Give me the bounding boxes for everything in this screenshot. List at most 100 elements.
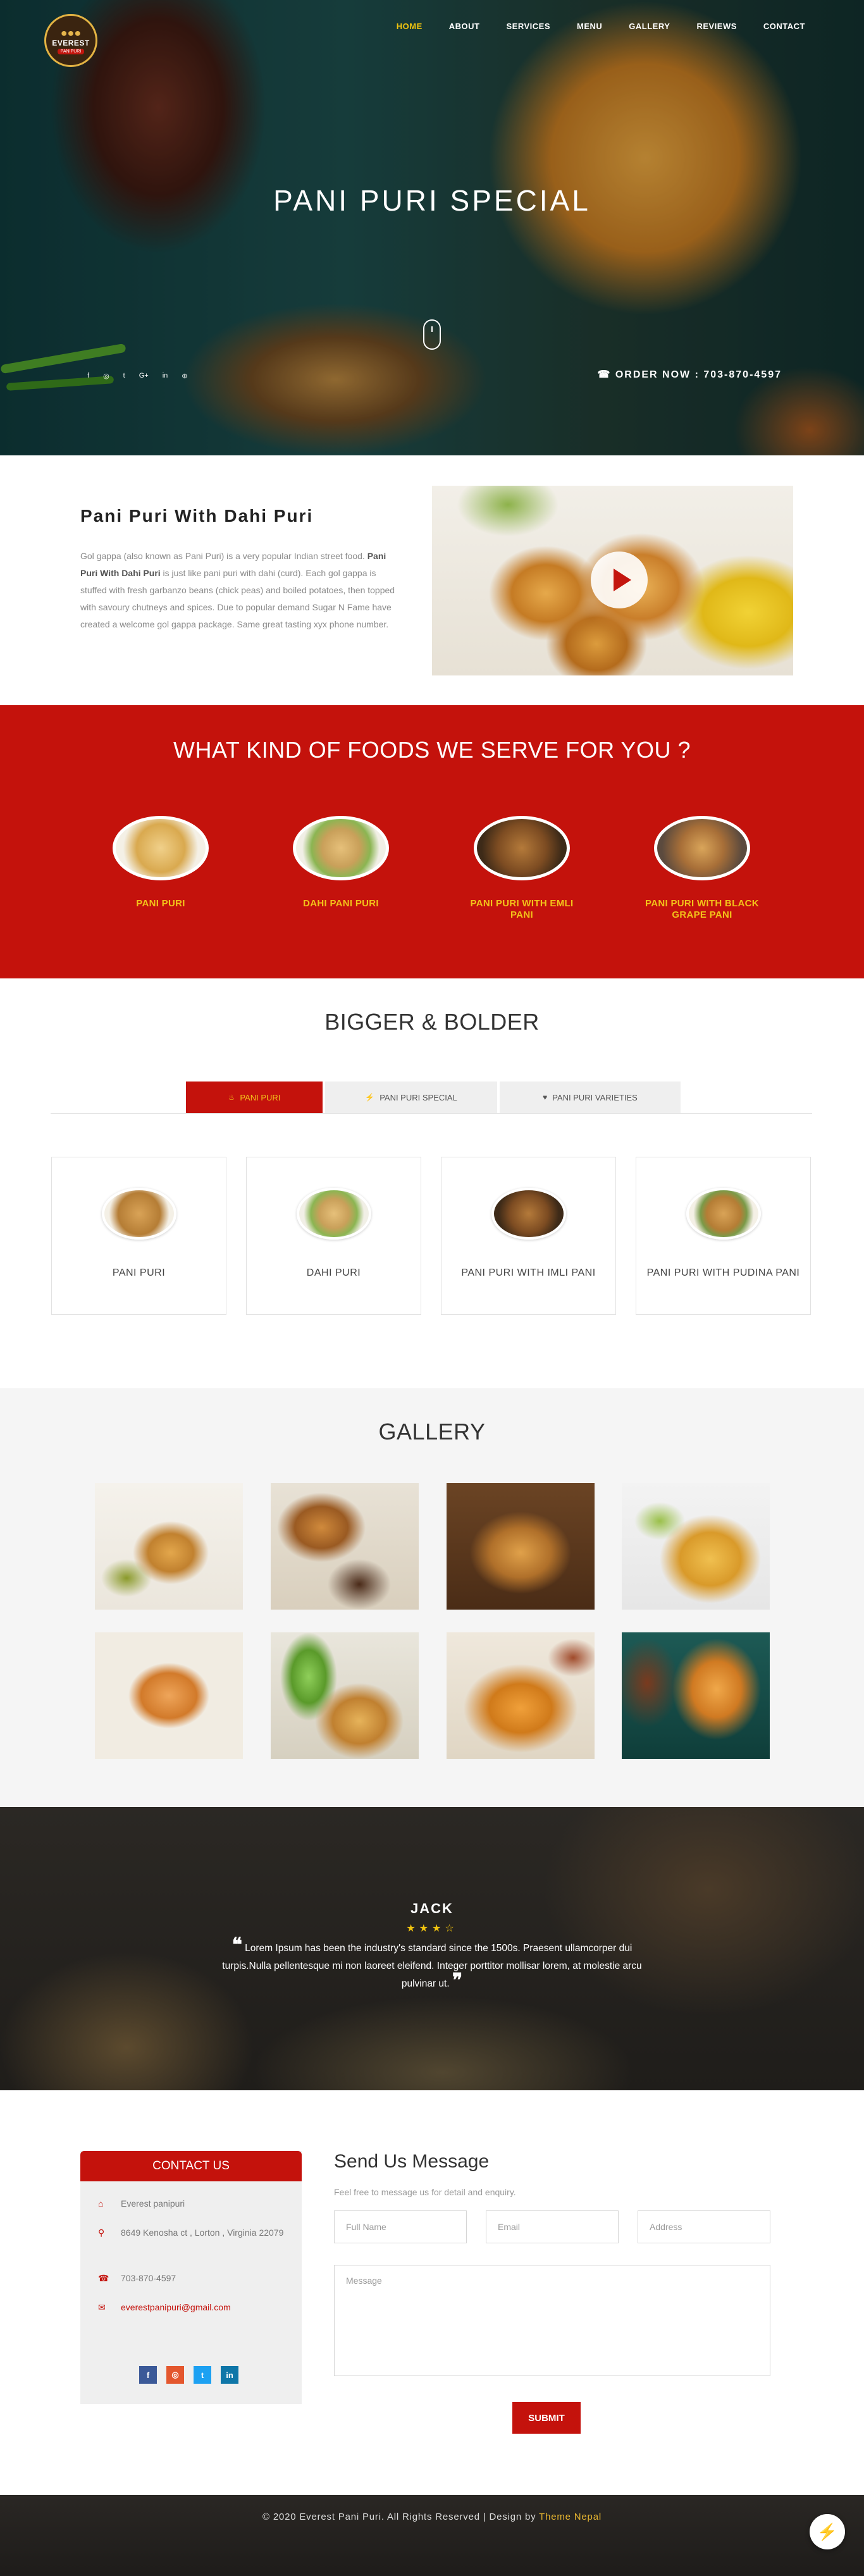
gallery-image[interactable] — [271, 1632, 419, 1759]
hero-social-links: f ◎ t G+ in ⊕ — [87, 372, 188, 380]
full-name-input[interactable]: Full Name — [334, 2210, 467, 2243]
instagram-icon[interactable]: ◎ — [166, 2366, 184, 2384]
main-nav: HOME ABOUT SERVICES MENU GALLERY REVIEWS… — [383, 22, 818, 31]
logo[interactable]: ●●● EVEREST PANIPURI — [44, 14, 97, 67]
instagram-icon[interactable]: ◎ — [103, 372, 109, 380]
about-section: Pani Puri With Dahi Puri Gol gappa (also… — [0, 455, 864, 705]
nav-contact[interactable]: CONTACT — [750, 22, 818, 31]
menu-section: BIGGER & BOLDER ♨ PANI PURI ⚡ PANI PURI … — [0, 978, 864, 1388]
menu-card[interactable]: DAHI PURI — [246, 1157, 421, 1315]
food-image — [101, 1188, 176, 1240]
play-icon[interactable] — [591, 552, 648, 608]
copyright: © 2020 Everest Pani Puri. All Rights Res… — [262, 2511, 602, 2522]
menu-card-label: PANI PURI WITH PUDINA PANI — [646, 1267, 800, 1278]
food-image — [491, 1188, 566, 1240]
menu-card-label: PANI PURI WITH IMLI PANI — [461, 1267, 596, 1278]
gallery-title: GALLERY — [378, 1419, 486, 1445]
serve-section: WHAT KIND OF FOODS WE SERVE FOR YOU ? PA… — [0, 705, 864, 978]
linkedin-icon[interactable]: in — [163, 372, 168, 380]
rating-stars-icon: ★★★☆ — [406, 1923, 458, 1934]
scroll-down-icon[interactable] — [423, 319, 441, 350]
video-thumbnail[interactable] — [432, 486, 793, 675]
contact-email[interactable]: ✉ everestpanipuri@gmail.com — [98, 2299, 231, 2315]
gallery-image[interactable] — [271, 1483, 419, 1610]
map-marker-icon: ⚲ — [98, 2228, 105, 2238]
contact-title: CONTACT US — [80, 2151, 302, 2181]
food-image — [113, 816, 209, 880]
menu-title: BIGGER & BOLDER — [324, 1009, 540, 1035]
dribbble-icon[interactable]: ⊕ — [182, 372, 187, 380]
food-image — [654, 816, 750, 880]
serve-item[interactable]: DAHI PANI PURI — [278, 816, 404, 909]
linkedin-icon[interactable]: in — [221, 2366, 238, 2384]
quote-close-icon: ❞ — [452, 1970, 463, 1991]
order-phone[interactable]: ☎ ORDER NOW : 703-870-4597 — [597, 368, 782, 381]
food-image — [296, 1188, 371, 1240]
gallery-image[interactable] — [447, 1483, 595, 1610]
menu-card[interactable]: PANI PURI WITH IMLI PANI — [441, 1157, 616, 1315]
hero-title: PANI PURI SPECIAL — [273, 184, 591, 217]
address-input[interactable]: Address — [638, 2210, 770, 2243]
serve-item[interactable]: PANI PURI WITH BLACK GRAPE PANI — [639, 816, 765, 921]
messenger-chat-icon[interactable]: ⚡ — [810, 2514, 845, 2549]
phone-icon: ☎ — [98, 2273, 109, 2283]
menu-card[interactable]: PANI PURI — [51, 1157, 226, 1315]
gallery-image[interactable] — [95, 1483, 243, 1610]
facebook-icon[interactable]: f — [87, 372, 89, 380]
nav-about[interactable]: ABOUT — [436, 22, 493, 31]
message-textarea[interactable]: Message — [334, 2265, 770, 2376]
logo-icon: ●●● — [60, 26, 82, 39]
menu-tabs: ♨ PANI PURI ⚡ PANI PURI SPECIAL ♥ PANI P… — [186, 1082, 683, 1113]
facebook-icon[interactable]: f — [139, 2366, 157, 2384]
tab-pani-puri-varieties[interactable]: ♥ PANI PURI VARIETIES — [500, 1082, 681, 1113]
food-image — [293, 816, 389, 880]
gallery-section: GALLERY — [0, 1388, 864, 1807]
serve-title: WHAT KIND OF FOODS WE SERVE FOR YOU ? — [173, 737, 691, 763]
cooking-icon: ♨ — [228, 1093, 235, 1102]
logo-name: EVEREST — [52, 38, 90, 47]
twitter-icon[interactable]: t — [194, 2366, 211, 2384]
gallery-image[interactable] — [622, 1632, 770, 1759]
nav-home[interactable]: HOME — [383, 22, 436, 31]
tab-pani-puri[interactable]: ♨ PANI PURI — [186, 1082, 323, 1113]
contact-social-links: f ◎ t in — [139, 2366, 238, 2384]
home-icon: ⌂ — [98, 2198, 104, 2209]
google-plus-icon[interactable]: G+ — [139, 372, 149, 380]
nav-services[interactable]: SERVICES — [493, 22, 564, 31]
bolt-icon: ⚡ — [365, 1093, 375, 1102]
designer-link[interactable]: Theme Nepal — [539, 2511, 602, 2522]
form-subtitle: Feel free to message us for detail and e… — [334, 2187, 516, 2197]
hero-overlay — [0, 0, 864, 455]
submit-button[interactable]: SUBMIT — [512, 2402, 581, 2434]
contact-phone[interactable]: ☎ 703-870-4597 — [98, 2270, 176, 2286]
nav-reviews[interactable]: REVIEWS — [683, 22, 750, 31]
nav-menu[interactable]: MENU — [564, 22, 615, 31]
contact-section: CONTACT US ⌂ Everest panipuri ⚲ 8649 Ken… — [0, 2090, 864, 2495]
quote-open-icon: ❝ — [231, 1935, 242, 1956]
gallery-image[interactable] — [622, 1483, 770, 1610]
testimonial-section: JACK ★★★☆ ❝ Lorem Ipsum has been the ind… — [0, 1807, 864, 2090]
menu-card-label: PANI PURI — [112, 1267, 166, 1278]
tab-pani-puri-special[interactable]: ⚡ PANI PURI SPECIAL — [325, 1082, 497, 1113]
hero-section: ●●● EVEREST PANIPURI HOME ABOUT SERVICES… — [0, 0, 864, 455]
contact-name: ⌂ Everest panipuri — [98, 2195, 185, 2212]
menu-card[interactable]: PANI PURI WITH PUDINA PANI — [636, 1157, 811, 1315]
serve-item[interactable]: PANI PURI — [97, 816, 224, 909]
serve-item[interactable]: PANI PURI WITH EMLI PANI — [459, 816, 585, 921]
serve-item-label: PANI PURI — [136, 898, 185, 909]
serve-item-label: PANI PURI WITH EMLI PANI — [470, 898, 574, 920]
twitter-icon[interactable]: t — [123, 372, 125, 380]
serve-item-label: DAHI PANI PURI — [303, 898, 379, 909]
nav-gallery[interactable]: GALLERY — [615, 22, 683, 31]
serve-item-label: PANI PURI WITH BLACK GRAPE PANI — [645, 898, 759, 920]
gallery-image[interactable] — [95, 1632, 243, 1759]
logo-subtitle: PANIPURI — [57, 48, 85, 54]
gallery-image[interactable] — [447, 1632, 595, 1759]
food-image — [474, 816, 570, 880]
heart-icon: ♥ — [543, 1093, 548, 1102]
email-input[interactable]: Email — [486, 2210, 619, 2243]
footer: © 2020 Everest Pani Puri. All Rights Res… — [0, 2495, 864, 2576]
contact-address: ⚲ 8649 Kenosha ct , Lorton , Virginia 22… — [98, 2224, 288, 2241]
tab-divider — [51, 1113, 812, 1114]
about-text: Gol gappa (also known as Pani Puri) is a… — [80, 551, 395, 629]
